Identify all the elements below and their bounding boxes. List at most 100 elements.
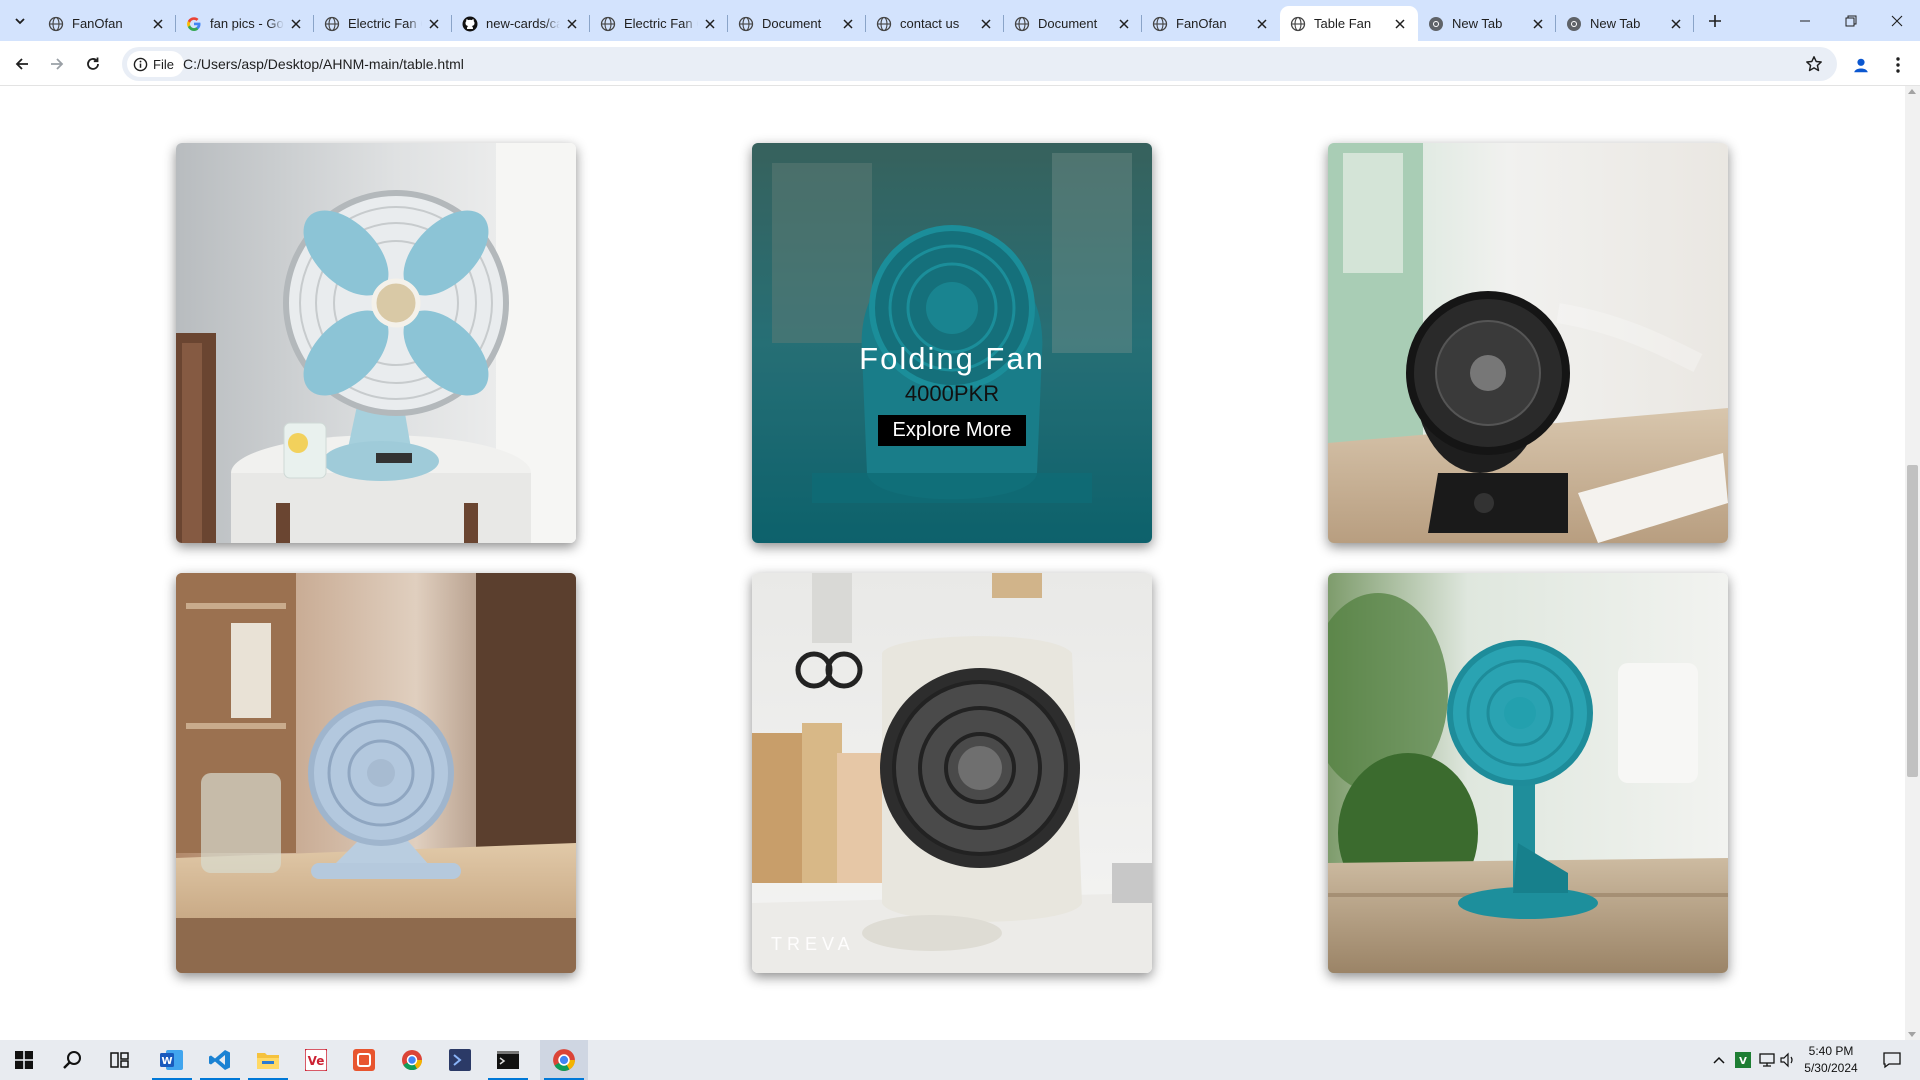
tray-ve-app[interactable]: V bbox=[1732, 1040, 1754, 1080]
globe-icon bbox=[1290, 16, 1306, 32]
tab-close-button[interactable] bbox=[1530, 16, 1546, 32]
clock-date: 5/30/2024 bbox=[1804, 1061, 1858, 1075]
taskbar-file-explorer[interactable] bbox=[244, 1040, 292, 1080]
tab-close-button[interactable] bbox=[564, 16, 580, 32]
chrome-icon bbox=[402, 1050, 423, 1071]
tab-11[interactable]: New Tab bbox=[1418, 6, 1556, 41]
restore-button[interactable] bbox=[1828, 0, 1874, 41]
tab-title: new-cards/cards bbox=[486, 16, 560, 31]
scroll-thumb[interactable] bbox=[1907, 465, 1918, 777]
svg-text:V: V bbox=[1739, 1056, 1747, 1067]
taskbar-word[interactable]: W bbox=[148, 1040, 196, 1080]
tab-7[interactable]: contact us bbox=[866, 6, 1004, 41]
address-bar[interactable]: File C:/Users/asp/Desktop/AHNM-main/tabl… bbox=[122, 47, 1837, 81]
globe-icon bbox=[1014, 16, 1030, 32]
tab-12[interactable]: New Tab bbox=[1556, 6, 1694, 41]
tab-close-button[interactable] bbox=[426, 16, 442, 32]
page-viewport: Folding Fan 4000PKR Explore More TREVA bbox=[0, 86, 1920, 1040]
taskbar-terminal[interactable] bbox=[436, 1040, 484, 1080]
taskbar-app[interactable] bbox=[340, 1040, 388, 1080]
taskbar-chrome-active[interactable] bbox=[540, 1040, 588, 1080]
tab-title: Document bbox=[1038, 16, 1098, 31]
tab-close-button[interactable] bbox=[1392, 16, 1408, 32]
tab-6[interactable]: Document bbox=[728, 6, 866, 41]
card-treva-box-fan[interactable]: TREVA bbox=[752, 573, 1152, 973]
back-button[interactable] bbox=[7, 49, 37, 79]
tab-2[interactable]: fan pics - Google Search bbox=[176, 6, 314, 41]
taskbar-ve-app[interactable]: Ve bbox=[292, 1040, 340, 1080]
search-icon bbox=[63, 1051, 81, 1069]
more-vertical-icon bbox=[1896, 57, 1900, 73]
close-icon bbox=[1395, 18, 1405, 29]
tab-close-button[interactable] bbox=[1254, 16, 1270, 32]
close-window-button[interactable] bbox=[1874, 0, 1920, 41]
notifications-button[interactable] bbox=[1872, 1040, 1912, 1080]
bookmark-button[interactable] bbox=[1803, 53, 1825, 75]
tab-close-button[interactable] bbox=[978, 16, 994, 32]
tab-close-button[interactable] bbox=[1668, 16, 1684, 32]
scroll-up-arrow[interactable] bbox=[1908, 89, 1916, 94]
arrow-left-icon bbox=[15, 58, 28, 70]
close-icon bbox=[291, 18, 301, 29]
tray-overflow-button[interactable] bbox=[1708, 1040, 1730, 1080]
tab-close-button[interactable] bbox=[1116, 16, 1132, 32]
site-info-chip[interactable]: File bbox=[127, 51, 184, 77]
taskbar-cmd[interactable] bbox=[484, 1040, 532, 1080]
url-text[interactable]: C:/Users/asp/Desktop/AHNM-main/table.htm… bbox=[183, 56, 464, 72]
treva-box-fan-image bbox=[752, 573, 1152, 973]
tab-3[interactable]: Electric Fan Cards bbox=[314, 6, 452, 41]
black-desk-fan-image bbox=[1328, 143, 1728, 543]
tab-close-button[interactable] bbox=[150, 16, 166, 32]
task-view-icon bbox=[110, 1052, 129, 1068]
tab-close-button[interactable] bbox=[288, 16, 304, 32]
avatar-icon bbox=[1854, 58, 1868, 73]
new-tab-button[interactable] bbox=[1702, 8, 1728, 34]
page-scrollbar[interactable] bbox=[1905, 86, 1920, 1040]
globe-icon bbox=[600, 16, 616, 32]
cmd-icon bbox=[497, 1051, 519, 1069]
ve-tray-icon: V bbox=[1735, 1052, 1751, 1068]
tab-1[interactable]: FanOfan bbox=[38, 6, 176, 41]
card-retro-table-fan[interactable] bbox=[176, 143, 576, 543]
explore-more-button[interactable]: Explore More bbox=[877, 414, 1027, 446]
close-icon bbox=[1119, 18, 1129, 29]
task-view-button[interactable] bbox=[96, 1040, 144, 1080]
tab-strip: FanOfan fan pics - Google Search Electric … bbox=[0, 0, 1920, 41]
tab-close-button[interactable] bbox=[840, 16, 856, 32]
tab-4[interactable]: new-cards/cards bbox=[452, 6, 590, 41]
card-blue-circulator-fan[interactable] bbox=[176, 573, 576, 973]
chevron-down-icon bbox=[15, 18, 25, 25]
tab-title: Electric Fan Cards bbox=[624, 16, 698, 31]
chevron-up-icon bbox=[1713, 1056, 1725, 1064]
taskbar-chrome[interactable] bbox=[388, 1040, 436, 1080]
card-teal-pedestal-fan[interactable] bbox=[1328, 573, 1728, 973]
start-button[interactable] bbox=[0, 1040, 48, 1080]
close-icon bbox=[1533, 18, 1543, 29]
retro-table-fan-image bbox=[176, 143, 576, 543]
product-overlay: Folding Fan 4000PKR Explore More bbox=[752, 143, 1152, 543]
tab-10[interactable]: Table Fan bbox=[1280, 6, 1418, 41]
system-clock[interactable]: 5:40 PM 5/30/2024 bbox=[1796, 1043, 1866, 1077]
info-icon bbox=[133, 57, 148, 72]
card-folding-fan[interactable]: Folding Fan 4000PKR Explore More bbox=[752, 143, 1152, 543]
minimize-button[interactable] bbox=[1782, 0, 1828, 41]
globe-icon bbox=[1152, 16, 1168, 32]
tab-close-button[interactable] bbox=[702, 16, 718, 32]
menu-button[interactable] bbox=[1885, 51, 1911, 79]
ve-app-icon: Ve bbox=[305, 1049, 327, 1071]
tab-5[interactable]: Electric Fan Cards bbox=[590, 6, 728, 41]
volume-button[interactable] bbox=[1778, 1040, 1798, 1080]
taskbar-vscode[interactable] bbox=[196, 1040, 244, 1080]
profile-button[interactable] bbox=[1847, 51, 1875, 79]
tab-search-button[interactable] bbox=[7, 8, 33, 34]
notification-icon bbox=[1883, 1052, 1901, 1069]
tab-8[interactable]: Document bbox=[1004, 6, 1142, 41]
scroll-down-arrow[interactable] bbox=[1908, 1032, 1916, 1037]
search-button[interactable] bbox=[48, 1040, 96, 1080]
card-black-desk-fan[interactable] bbox=[1328, 143, 1728, 543]
forward-button[interactable] bbox=[42, 49, 72, 79]
reload-button[interactable] bbox=[78, 49, 108, 79]
network-button[interactable] bbox=[1756, 1040, 1778, 1080]
tab-title: fan pics - Google Search bbox=[210, 16, 284, 31]
tab-9[interactable]: FanOfan bbox=[1142, 6, 1280, 41]
